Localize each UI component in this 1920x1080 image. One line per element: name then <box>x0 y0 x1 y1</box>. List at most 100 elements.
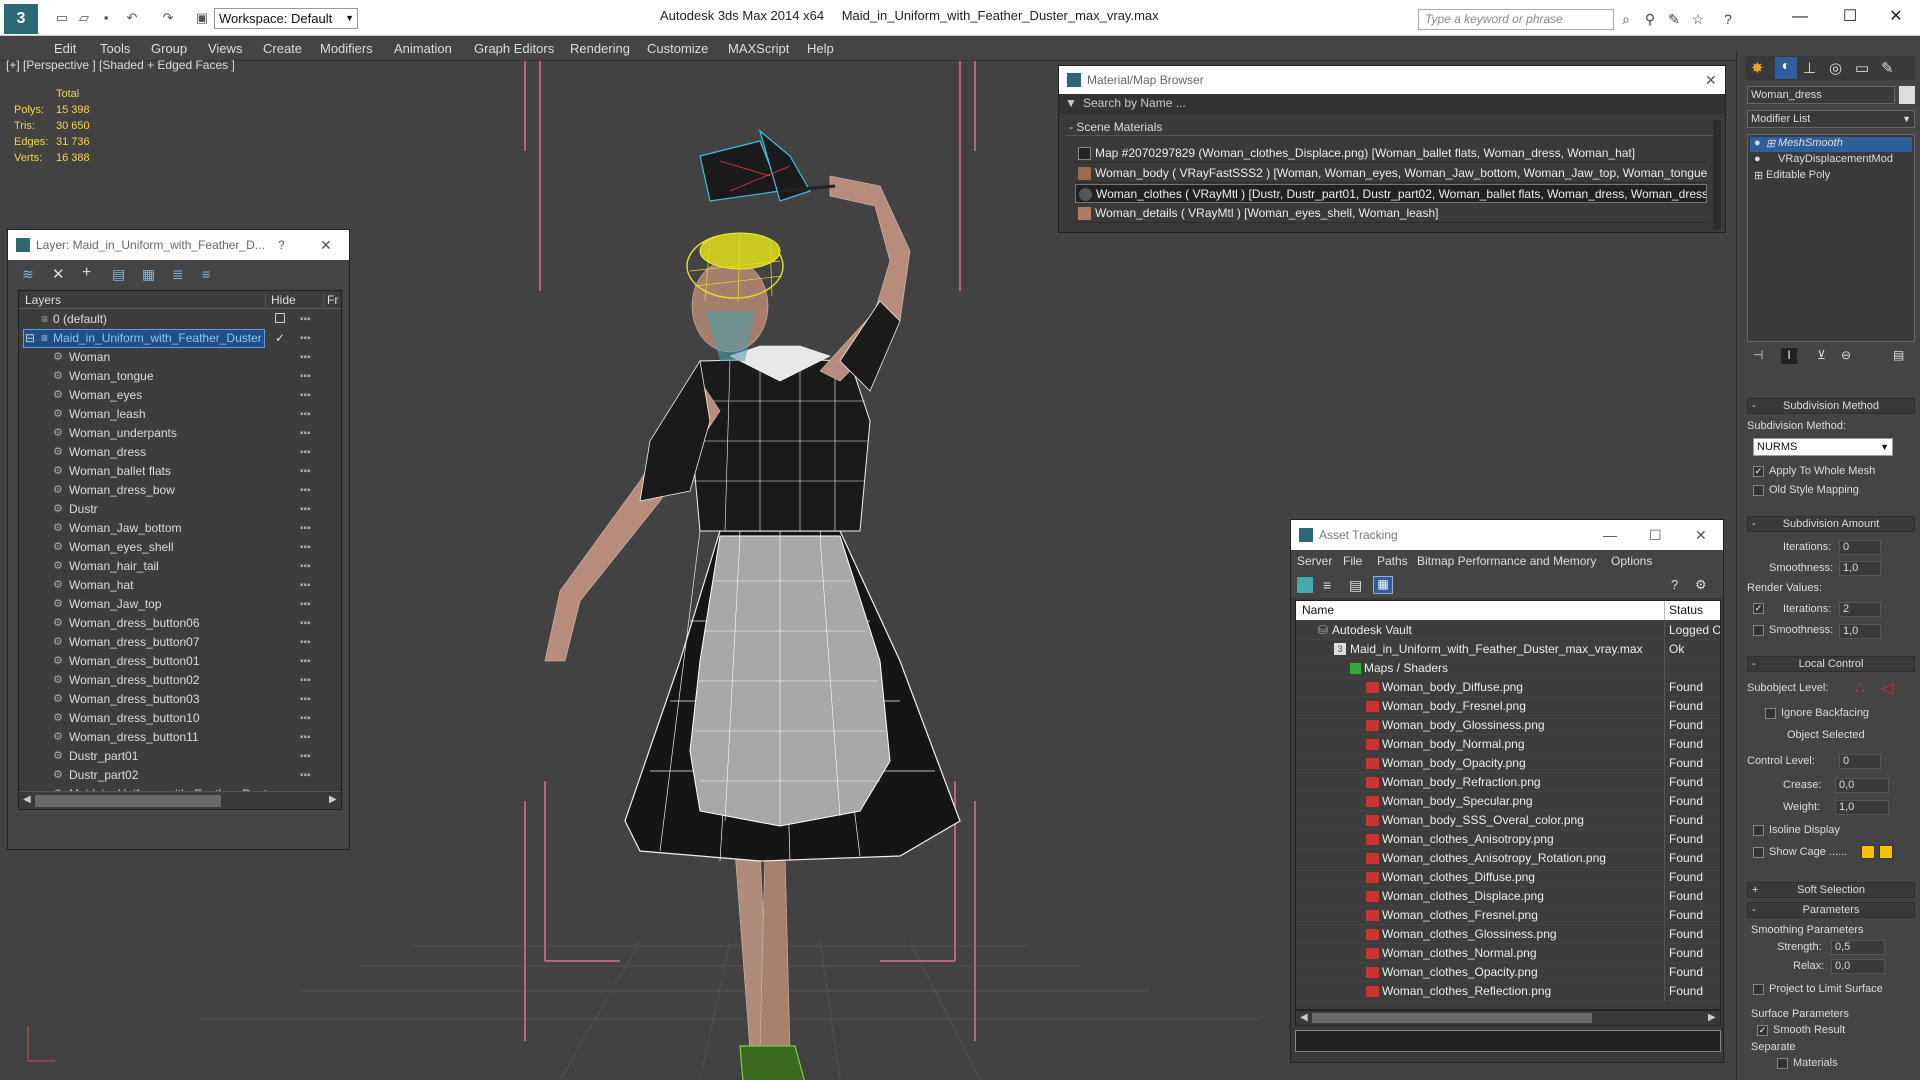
layer-object-row[interactable]: ⚙ Woman_leash ▪▪▪ <box>19 405 341 424</box>
expand-icon[interactable]: ⊞ <box>1766 137 1775 150</box>
crease-spinner[interactable]: 0,0 <box>1835 778 1889 793</box>
col-status[interactable]: Status <box>1664 601 1703 620</box>
workspace-dropdown[interactable]: Workspace: Default ▼ <box>214 8 358 29</box>
layer-object-row[interactable]: ⚙ Woman_dress ▪▪▪ <box>19 443 341 462</box>
hide-toggle[interactable]: ▪▪▪ <box>300 481 311 500</box>
menu-modifiers[interactable]: Modifiers <box>320 41 373 56</box>
menu-edit[interactable]: Edit <box>54 41 76 56</box>
asset-row-file[interactable]: Woman_body_Refraction.png Found <box>1296 773 1720 792</box>
remove-modifier-icon[interactable]: ⊖ <box>1841 348 1851 362</box>
hide-toggle[interactable]: ▪▪▪ <box>300 367 311 386</box>
minimize-icon[interactable]: — <box>1603 520 1617 550</box>
hide-toggle[interactable]: ▪▪▪ <box>300 424 311 443</box>
help-icon[interactable]: ? <box>1671 577 1678 592</box>
hide-toggle[interactable]: ▪▪▪ <box>300 690 311 709</box>
motion-tab-icon[interactable]: ◎ <box>1829 59 1842 77</box>
render-iterations-checkbox[interactable]: ✓ <box>1753 603 1764 614</box>
menu-tools[interactable]: Tools <box>100 41 130 56</box>
layer-object-row[interactable]: ⚙ Dustr ▪▪▪ <box>19 500 341 519</box>
asset-path-field[interactable] <box>1295 1030 1721 1052</box>
pin-stack-icon[interactable]: ⊣ <box>1753 348 1763 362</box>
ignore-backfacing-checkbox[interactable] <box>1765 708 1776 719</box>
display-tab-icon[interactable]: ▭ <box>1855 59 1869 77</box>
scroll-thumb[interactable] <box>1312 1013 1592 1023</box>
separate-materials-checkbox[interactable] <box>1777 1058 1788 1069</box>
asset-row-file[interactable]: Woman_body_Fresnel.png Found <box>1296 697 1720 716</box>
asset-row-file[interactable]: Woman_body_Glossiness.png Found <box>1296 716 1720 735</box>
open-file-icon[interactable]: ▱ <box>74 8 94 28</box>
menu-rendering[interactable]: Rendering <box>570 41 630 56</box>
layer-row-selected[interactable]: ⊟ ≡ Maid_in_Uniform_with_Feather_Duster … <box>19 329 341 348</box>
layer-object-row[interactable]: ⚙ Dustr_part01 ▪▪▪ <box>19 747 341 766</box>
asset-row-file[interactable]: Woman_body_Opacity.png Found <box>1296 754 1720 773</box>
rollout-parameters[interactable]: - Parameters <box>1747 902 1915 918</box>
layer-object-row[interactable]: ⚙ Woman_tongue ▪▪▪ <box>19 367 341 386</box>
asset-tracking-titlebar[interactable]: Asset Tracking — ☐ ✕ <box>1291 520 1723 550</box>
asset-row-file[interactable]: Woman_clothes_Normal.png Found <box>1296 944 1720 963</box>
hide-toggle[interactable]: ▪▪▪ <box>300 652 311 671</box>
menu-group[interactable]: Group <box>151 41 187 56</box>
collapse-icon[interactable]: ⊟ <box>25 329 35 348</box>
scroll-right-icon[interactable]: ▶ <box>1708 1012 1716 1023</box>
layer-object-row[interactable]: ⚙ Woman_dress_bow ▪▪▪ <box>19 481 341 500</box>
asset-row-file[interactable]: Woman_clothes_Opacity.png Found <box>1296 963 1720 982</box>
cage-selected-color-swatch[interactable] <box>1879 845 1893 859</box>
stack-item-meshsmooth[interactable]: ● ⊞ MeshSmooth <box>1750 137 1912 152</box>
redo-icon[interactable]: ↷ <box>158 8 178 28</box>
col-freeze[interactable]: Fr <box>323 293 338 307</box>
list-view-icon[interactable]: ≡ <box>1323 577 1331 593</box>
asset-menu-server[interactable]: Server <box>1297 554 1332 568</box>
control-level-spinner[interactable]: 0 <box>1839 754 1881 769</box>
object-name-field[interactable]: Woman_dress <box>1747 86 1895 104</box>
apply-whole-mesh-checkbox[interactable]: ✓ <box>1753 466 1764 477</box>
add-to-layer-icon[interactable]: + <box>82 264 91 282</box>
layer-object-row[interactable]: ⚙ Woman_ballet flats ▪▪▪ <box>19 462 341 481</box>
binoculars-icon[interactable]: ⌕ <box>1616 10 1636 28</box>
render-smoothness-checkbox[interactable] <box>1753 625 1764 636</box>
asset-row-file[interactable]: Woman_body_Diffuse.png Found <box>1296 678 1720 697</box>
layer-object-row[interactable]: ⚙ Woman_dress_button06 ▪▪▪ <box>19 614 341 633</box>
delete-layer-icon[interactable]: ✕ <box>52 265 65 283</box>
scene-materials-section[interactable]: - Scene Materials <box>1065 120 1715 136</box>
keyword-search-input[interactable]: Type a keyword or phrase <box>1418 9 1614 30</box>
hide-toggle[interactable]: ▪▪▪ <box>300 595 311 614</box>
weight-spinner[interactable]: 1,0 <box>1835 800 1889 815</box>
modify-tab-icon[interactable]: ◐ <box>1775 57 1797 79</box>
hide-toggle[interactable]: ▪▪▪ <box>300 766 311 785</box>
render-smoothness-spinner[interactable]: 1,0 <box>1839 624 1881 639</box>
smooth-result-checkbox[interactable]: ✓ <box>1757 1025 1768 1036</box>
highlight-layer-icon[interactable]: ▦ <box>142 266 155 283</box>
asset-menu-paths[interactable]: Paths <box>1377 554 1408 568</box>
asset-row-file[interactable]: Woman_clothes_Fresnel.png Found <box>1296 906 1720 925</box>
menu-maxscript[interactable]: MAXScript <box>728 41 789 56</box>
hide-toggle[interactable]: ▪▪▪ <box>300 728 311 747</box>
hide-toggle[interactable]: ▪▪▪ <box>300 348 311 367</box>
cage-color-swatch[interactable] <box>1861 845 1875 859</box>
hide-toggle[interactable]: ▪▪▪ <box>300 500 311 519</box>
layer-object-row[interactable]: ⚙ Woman_eyes_shell ▪▪▪ <box>19 538 341 557</box>
expand-icon[interactable]: ⊞ <box>1754 169 1763 182</box>
layer-object-row[interactable]: ⚙ Woman_hat ▪▪▪ <box>19 576 341 595</box>
menu-create[interactable]: Create <box>263 41 302 56</box>
layer-object-row[interactable]: ⚙ Woman_Jaw_bottom ▪▪▪ <box>19 519 341 538</box>
col-name[interactable]: Name <box>1302 601 1334 620</box>
help-icon[interactable]: ? <box>1718 10 1738 28</box>
relax-spinner[interactable]: 0,0 <box>1831 959 1885 974</box>
layer-object-row[interactable]: ⚙ Woman_dress_button01 ▪▪▪ <box>19 652 341 671</box>
menu-help[interactable]: Help <box>807 41 834 56</box>
hide-toggle[interactable]: ▪▪▪ <box>300 538 311 557</box>
rollout-soft-selection[interactable]: + Soft Selection <box>1747 882 1915 898</box>
hide-toggle[interactable]: ▪▪▪ <box>300 747 311 766</box>
refresh-icon[interactable] <box>1297 577 1313 593</box>
horizontal-scrollbar[interactable]: ◀ ▶ <box>1295 1010 1721 1026</box>
freeze-all-icon[interactable]: ≡ <box>202 266 210 282</box>
hide-toggle[interactable]: ▪▪▪ <box>300 576 311 595</box>
stack-item-editable-poly[interactable]: ⊞ Editable Poly <box>1750 169 1912 184</box>
close-window-icon[interactable]: ✕ <box>1876 4 1916 30</box>
isoline-display-checkbox[interactable] <box>1753 825 1764 836</box>
old-style-mapping-checkbox[interactable] <box>1753 485 1764 496</box>
horizontal-scrollbar[interactable]: ◀ ▶ <box>19 791 341 809</box>
layer-help-icon[interactable]: ? <box>278 230 285 260</box>
layer-object-row[interactable]: ⚙ Woman_eyes ▪▪▪ <box>19 386 341 405</box>
viewport-label[interactable]: [+] [Perspective ] [Shaded + Edged Faces… <box>6 58 235 72</box>
